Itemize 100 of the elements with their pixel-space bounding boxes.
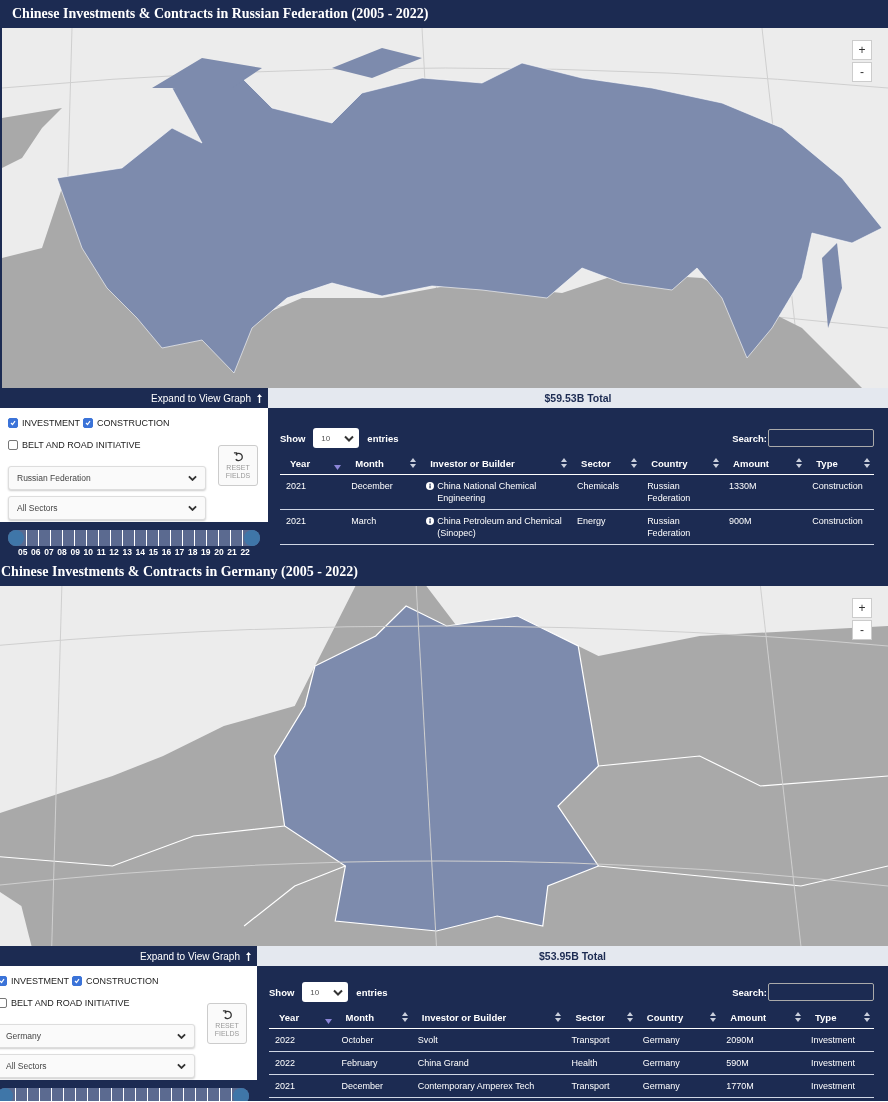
column-header[interactable]: Investor or Builder (421, 1011, 507, 1023)
table-cell: 2090M (726, 1035, 754, 1045)
investor-name: China Grand (417, 1057, 469, 1069)
column-header[interactable]: Country (646, 1011, 684, 1023)
table-cell: December (351, 481, 393, 491)
year-tick-label: 14 (135, 547, 145, 557)
total-amount: $53.95B Total (257, 946, 888, 966)
column-header[interactable]: Year (279, 1011, 300, 1023)
checkbox[interactable] (8, 418, 18, 428)
year-tick-label: 05 (18, 547, 28, 557)
entries-label: entries (367, 432, 399, 444)
year-tick-label: 16 (161, 547, 172, 557)
table-cell: 2021 (286, 516, 307, 526)
page-size-select[interactable]: 10 (313, 428, 360, 448)
year-tick-label: 08 (57, 547, 67, 557)
year-tick-label: 20 (214, 547, 224, 557)
table-cell: Chemicals (577, 481, 620, 491)
checkbox-option[interactable]: CONSTRUCTION (72, 976, 159, 986)
table-cell: March (351, 516, 377, 526)
search-field[interactable] (768, 429, 874, 447)
year-tick-label: 19 (201, 547, 211, 557)
year-tick-label: 13 (122, 547, 132, 557)
timeline-slider[interactable] (8, 530, 260, 546)
country-select[interactable]: Germany (0, 1024, 195, 1048)
slider-handle[interactable] (233, 1088, 249, 1101)
table-cell: 590M (726, 1058, 749, 1068)
table-cell: Energy (577, 516, 606, 526)
checkbox[interactable] (72, 976, 82, 986)
year-tick-label: 18 (187, 547, 198, 557)
timeline-slider[interactable] (0, 1088, 249, 1101)
year-tick-label: 15 (148, 547, 159, 557)
table-cell: 1330M (729, 481, 757, 491)
chevron-down-icon (177, 1062, 186, 1070)
table-cell: 2022 (275, 1058, 296, 1068)
year-tick-label: 10 (83, 547, 93, 557)
column-header[interactable]: Investor or Builder (430, 457, 515, 469)
year-tick-label: 06 (31, 547, 41, 557)
sector-select[interactable]: All Sectors (0, 1054, 195, 1078)
country-select[interactable]: Russian Federation (8, 466, 206, 490)
checkbox-option[interactable]: BELT AND ROAD INITIATIVE (0, 998, 130, 1008)
table-cell: 1770M (726, 1081, 754, 1091)
column-header[interactable]: Amount (730, 1011, 767, 1023)
show-label: Show (269, 986, 295, 998)
column-header[interactable]: Sector (581, 457, 611, 469)
page-size-select[interactable]: 10 (302, 982, 349, 1002)
search-label: Search: (732, 986, 767, 998)
zoom-out-button[interactable]: - (852, 620, 872, 640)
expand-graph-link[interactable]: Expand to View Graph (151, 392, 262, 404)
column-header[interactable]: Amount (733, 457, 769, 469)
table-cell: Transport (571, 1035, 610, 1045)
table-cell: Germany (642, 1035, 680, 1045)
column-header[interactable]: Year (290, 457, 311, 469)
table-cell: December (341, 1081, 384, 1091)
column-header[interactable]: Month (355, 457, 384, 469)
checkbox-option[interactable]: INVESTMENT (8, 418, 80, 428)
zoom-out-button[interactable]: - (852, 62, 872, 82)
expand-graph-link[interactable]: Expand to View Graph (140, 950, 251, 962)
chevron-down-icon (344, 434, 355, 442)
column-header[interactable]: Type (816, 457, 838, 469)
table-cell: Russian Federation (647, 516, 691, 538)
column-header[interactable]: Sector (575, 1011, 605, 1023)
checkbox[interactable] (8, 440, 18, 450)
total-amount: $59.53B Total (268, 388, 888, 408)
info-icon (426, 517, 435, 525)
year-tick-label: 11 (96, 547, 106, 557)
column-header[interactable]: Type (815, 1011, 837, 1023)
table-cell: October (341, 1035, 374, 1045)
year-tick-label: 17 (174, 547, 185, 557)
sector-select[interactable]: All Sectors (8, 496, 206, 520)
column-header[interactable]: Month (345, 1011, 375, 1023)
year-tick-label: 22 (240, 547, 250, 557)
year-tick-label: 07 (44, 547, 54, 557)
checkbox-option[interactable]: CONSTRUCTION (83, 418, 170, 428)
reset-icon (221, 1009, 233, 1020)
zoom-in-button[interactable]: + (852, 598, 872, 618)
table-cell: Construction (812, 516, 863, 526)
table-cell: Germany (642, 1058, 680, 1068)
table-cell: 2021 (286, 481, 307, 491)
table-cell: Investment (811, 1058, 855, 1068)
table-cell: Investment (811, 1081, 855, 1091)
checkbox[interactable] (0, 998, 7, 1008)
info-icon (426, 482, 435, 490)
show-label: Show (280, 432, 306, 444)
chevron-down-icon (188, 504, 197, 512)
search-field[interactable] (768, 983, 874, 1001)
page-title: Chinese Investments & Contracts in Germany (2005 - 2022) (1, 564, 358, 580)
checkbox[interactable] (0, 976, 7, 986)
table-cell: Russian Federation (647, 481, 691, 503)
table-cell: Transport (571, 1081, 610, 1091)
zoom-in-button[interactable]: + (852, 40, 872, 60)
entries-label: entries (356, 986, 388, 998)
checkbox-option[interactable]: BELT AND ROAD INITIATIVE (8, 440, 141, 450)
checkbox[interactable] (83, 418, 93, 428)
column-header[interactable]: Country (651, 457, 688, 469)
checkbox-option[interactable]: INVESTMENT (0, 976, 69, 986)
arrow-up-icon (246, 951, 251, 961)
slider-handle[interactable] (8, 530, 24, 546)
arrow-up-icon (257, 393, 262, 403)
slider-handle[interactable] (244, 530, 260, 546)
table-cell: 2021 (275, 1081, 296, 1091)
